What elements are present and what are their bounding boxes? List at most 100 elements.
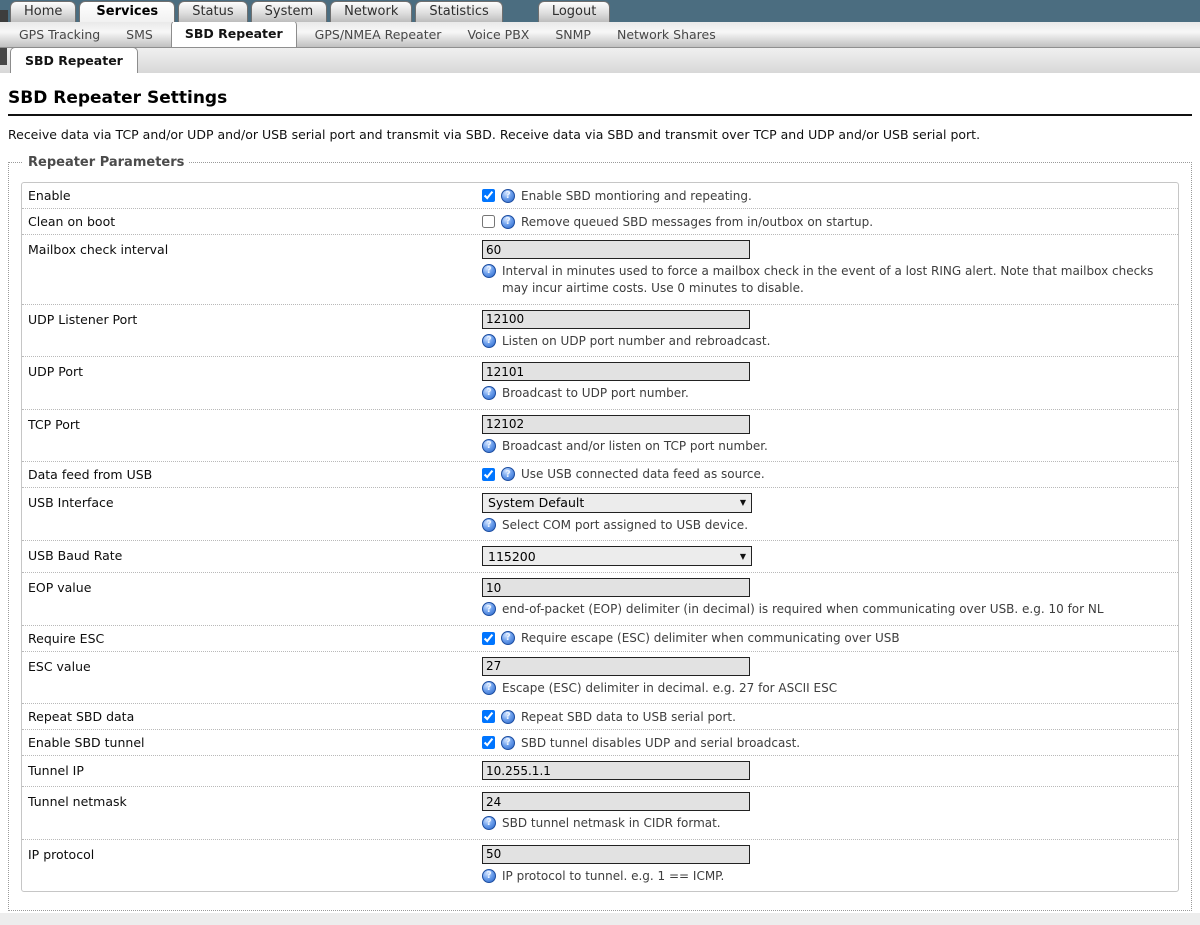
subnav-voice-pbx[interactable]: Voice PBX xyxy=(454,27,542,42)
udp-port-input[interactable] xyxy=(482,362,750,381)
subnav-gps-nmea-repeater[interactable]: GPS/NMEA Repeater xyxy=(302,27,455,42)
tunnel-ip-input[interactable] xyxy=(482,761,750,780)
subnav-network-shares[interactable]: Network Shares xyxy=(604,27,729,42)
repeat-sbd-data-checkbox[interactable] xyxy=(482,710,495,723)
help-icon: ? xyxy=(482,518,496,532)
subnav-snmp[interactable]: SNMP xyxy=(542,27,604,42)
tcp-port-input[interactable] xyxy=(482,415,750,434)
help-icon: ? xyxy=(482,602,496,616)
field-description: Remove queued SBD messages from in/outbo… xyxy=(521,215,873,229)
table-row-udp-port: UDP Port ? Broadcast to UDP port number. xyxy=(22,356,1178,408)
field-description: Broadcast and/or listen on TCP port numb… xyxy=(502,438,768,455)
field-description: Broadcast to UDP port number. xyxy=(502,385,689,402)
subnav-gps-tracking[interactable]: GPS Tracking xyxy=(6,27,113,42)
main-content: SBD Repeater Settings Receive data via T… xyxy=(0,88,1200,911)
help-icon: ? xyxy=(501,467,515,481)
field-label: Enable xyxy=(22,188,482,203)
table-row-require-esc: Require ESC ? Require escape (ESC) delim… xyxy=(22,625,1178,651)
select-value: 115200 xyxy=(488,549,536,564)
table-row-esc-value: ESC value ? Escape (ESC) delimiter in de… xyxy=(22,651,1178,703)
usb-interface-select[interactable]: System Default ▼ xyxy=(482,493,752,513)
field-label: Repeat SBD data xyxy=(22,709,482,724)
nav-tab-logout[interactable]: Logout xyxy=(538,1,611,22)
field-description: SBD tunnel disables UDP and serial broad… xyxy=(521,736,800,750)
field-label: Mailbox check interval xyxy=(22,240,482,257)
field-label: USB Baud Rate xyxy=(22,546,482,563)
field-label: Data feed from USB xyxy=(22,467,482,482)
field-label: IP protocol xyxy=(22,845,482,862)
enable-checkbox[interactable] xyxy=(482,189,495,202)
table-row-enable-sbd-tunnel: Enable SBD tunnel ? SBD tunnel disables … xyxy=(22,729,1178,755)
nav-tab-home[interactable]: Home xyxy=(10,1,76,22)
field-label: TCP Port xyxy=(22,415,482,432)
page-footer-strip xyxy=(0,913,1200,925)
nav-tab-services[interactable]: Services xyxy=(79,1,175,22)
nav-tab-system[interactable]: System xyxy=(251,1,327,22)
clean-on-boot-checkbox[interactable] xyxy=(482,215,495,228)
table-row-usb-baud-rate: USB Baud Rate 115200 ▼ xyxy=(22,540,1178,572)
subnav-sbd-repeater[interactable]: SBD Repeater xyxy=(171,20,297,47)
nav-tab-statistics[interactable]: Statistics xyxy=(415,1,502,22)
field-description: Interval in minutes used to force a mail… xyxy=(502,263,1158,298)
table-row-tunnel-netmask: Tunnel netmask ? SBD tunnel netmask in C… xyxy=(22,786,1178,838)
field-label: UDP Port xyxy=(22,362,482,379)
mailbox-check-interval-input[interactable] xyxy=(482,240,750,259)
field-description: Select COM port assigned to USB device. xyxy=(502,517,748,534)
page-description: Receive data via TCP and/or UDP and/or U… xyxy=(8,127,1192,142)
help-icon: ? xyxy=(501,631,515,645)
help-icon: ? xyxy=(501,710,515,724)
field-label: EOP value xyxy=(22,578,482,595)
field-label: Tunnel netmask xyxy=(22,792,482,809)
table-row-mailbox-check-interval: Mailbox check interval ? Interval in min… xyxy=(22,234,1178,304)
subnav-sms[interactable]: SMS xyxy=(113,27,166,42)
enable-sbd-tunnel-checkbox[interactable] xyxy=(482,736,495,749)
field-description: Require escape (ESC) delimiter when comm… xyxy=(521,631,900,645)
help-icon: ? xyxy=(482,386,496,400)
help-icon: ? xyxy=(482,264,496,278)
field-label: Tunnel IP xyxy=(22,761,482,778)
table-row-udp-listener-port: UDP Listener Port ? Listen on UDP port n… xyxy=(22,304,1178,356)
nav-tab-status[interactable]: Status xyxy=(178,1,247,22)
table-row-tunnel-ip: Tunnel IP xyxy=(22,755,1178,786)
help-icon: ? xyxy=(482,816,496,830)
udp-listener-port-input[interactable] xyxy=(482,310,750,329)
field-description: Use USB connected data feed as source. xyxy=(521,467,765,481)
field-label: Clean on boot xyxy=(22,214,482,229)
top-nav-bar: Home Services Status System Network Stat… xyxy=(0,0,1200,22)
esc-value-input[interactable] xyxy=(482,657,750,676)
field-description: Enable SBD montioring and repeating. xyxy=(521,189,752,203)
usb-baud-rate-select[interactable]: 115200 ▼ xyxy=(482,546,752,566)
table-row-usb-interface: USB Interface System Default ▼ ? Select … xyxy=(22,487,1178,540)
help-icon: ? xyxy=(482,439,496,453)
field-label: Require ESC xyxy=(22,631,482,646)
help-icon: ? xyxy=(501,215,515,229)
help-icon: ? xyxy=(482,869,496,883)
left-edge-shade xyxy=(0,48,7,65)
field-description: SBD tunnel netmask in CIDR format. xyxy=(502,815,721,832)
field-label: ESC value xyxy=(22,657,482,674)
table-row-ip-protocol: IP protocol ? IP protocol to tunnel. e.g… xyxy=(22,839,1178,891)
field-description: end-of-packet (EOP) delimiter (in decima… xyxy=(502,601,1104,618)
select-value: System Default xyxy=(488,495,584,510)
settings-table: Enable ? Enable SBD montioring and repea… xyxy=(21,182,1179,892)
field-description: Listen on UDP port number and rebroadcas… xyxy=(502,333,770,350)
page-tab-strip: SBD Repeater xyxy=(0,48,1200,73)
ip-protocol-input[interactable] xyxy=(482,845,750,864)
tunnel-netmask-input[interactable] xyxy=(482,792,750,811)
help-icon: ? xyxy=(501,736,515,750)
field-label: USB Interface xyxy=(22,493,482,510)
table-row-data-feed-from-usb: Data feed from USB ? Use USB connected d… xyxy=(22,461,1178,487)
repeater-parameters-fieldset: Repeater Parameters Enable ? Enable SBD … xyxy=(8,155,1192,911)
nav-tab-network[interactable]: Network xyxy=(330,1,412,22)
eop-value-input[interactable] xyxy=(482,578,750,597)
field-label: UDP Listener Port xyxy=(22,310,482,327)
table-row-tcp-port: TCP Port ? Broadcast and/or listen on TC… xyxy=(22,409,1178,461)
field-description: IP protocol to tunnel. e.g. 1 == ICMP. xyxy=(502,868,724,885)
table-row-repeat-sbd-data: Repeat SBD data ? Repeat SBD data to USB… xyxy=(22,703,1178,729)
services-sub-nav: GPS Tracking SMS SBD Repeater GPS/NMEA R… xyxy=(0,22,1200,48)
tab-sbd-repeater[interactable]: SBD Repeater xyxy=(10,47,138,73)
table-row-enable: Enable ? Enable SBD montioring and repea… xyxy=(22,183,1178,208)
require-esc-checkbox[interactable] xyxy=(482,632,495,645)
help-icon: ? xyxy=(501,189,515,203)
data-feed-from-usb-checkbox[interactable] xyxy=(482,468,495,481)
